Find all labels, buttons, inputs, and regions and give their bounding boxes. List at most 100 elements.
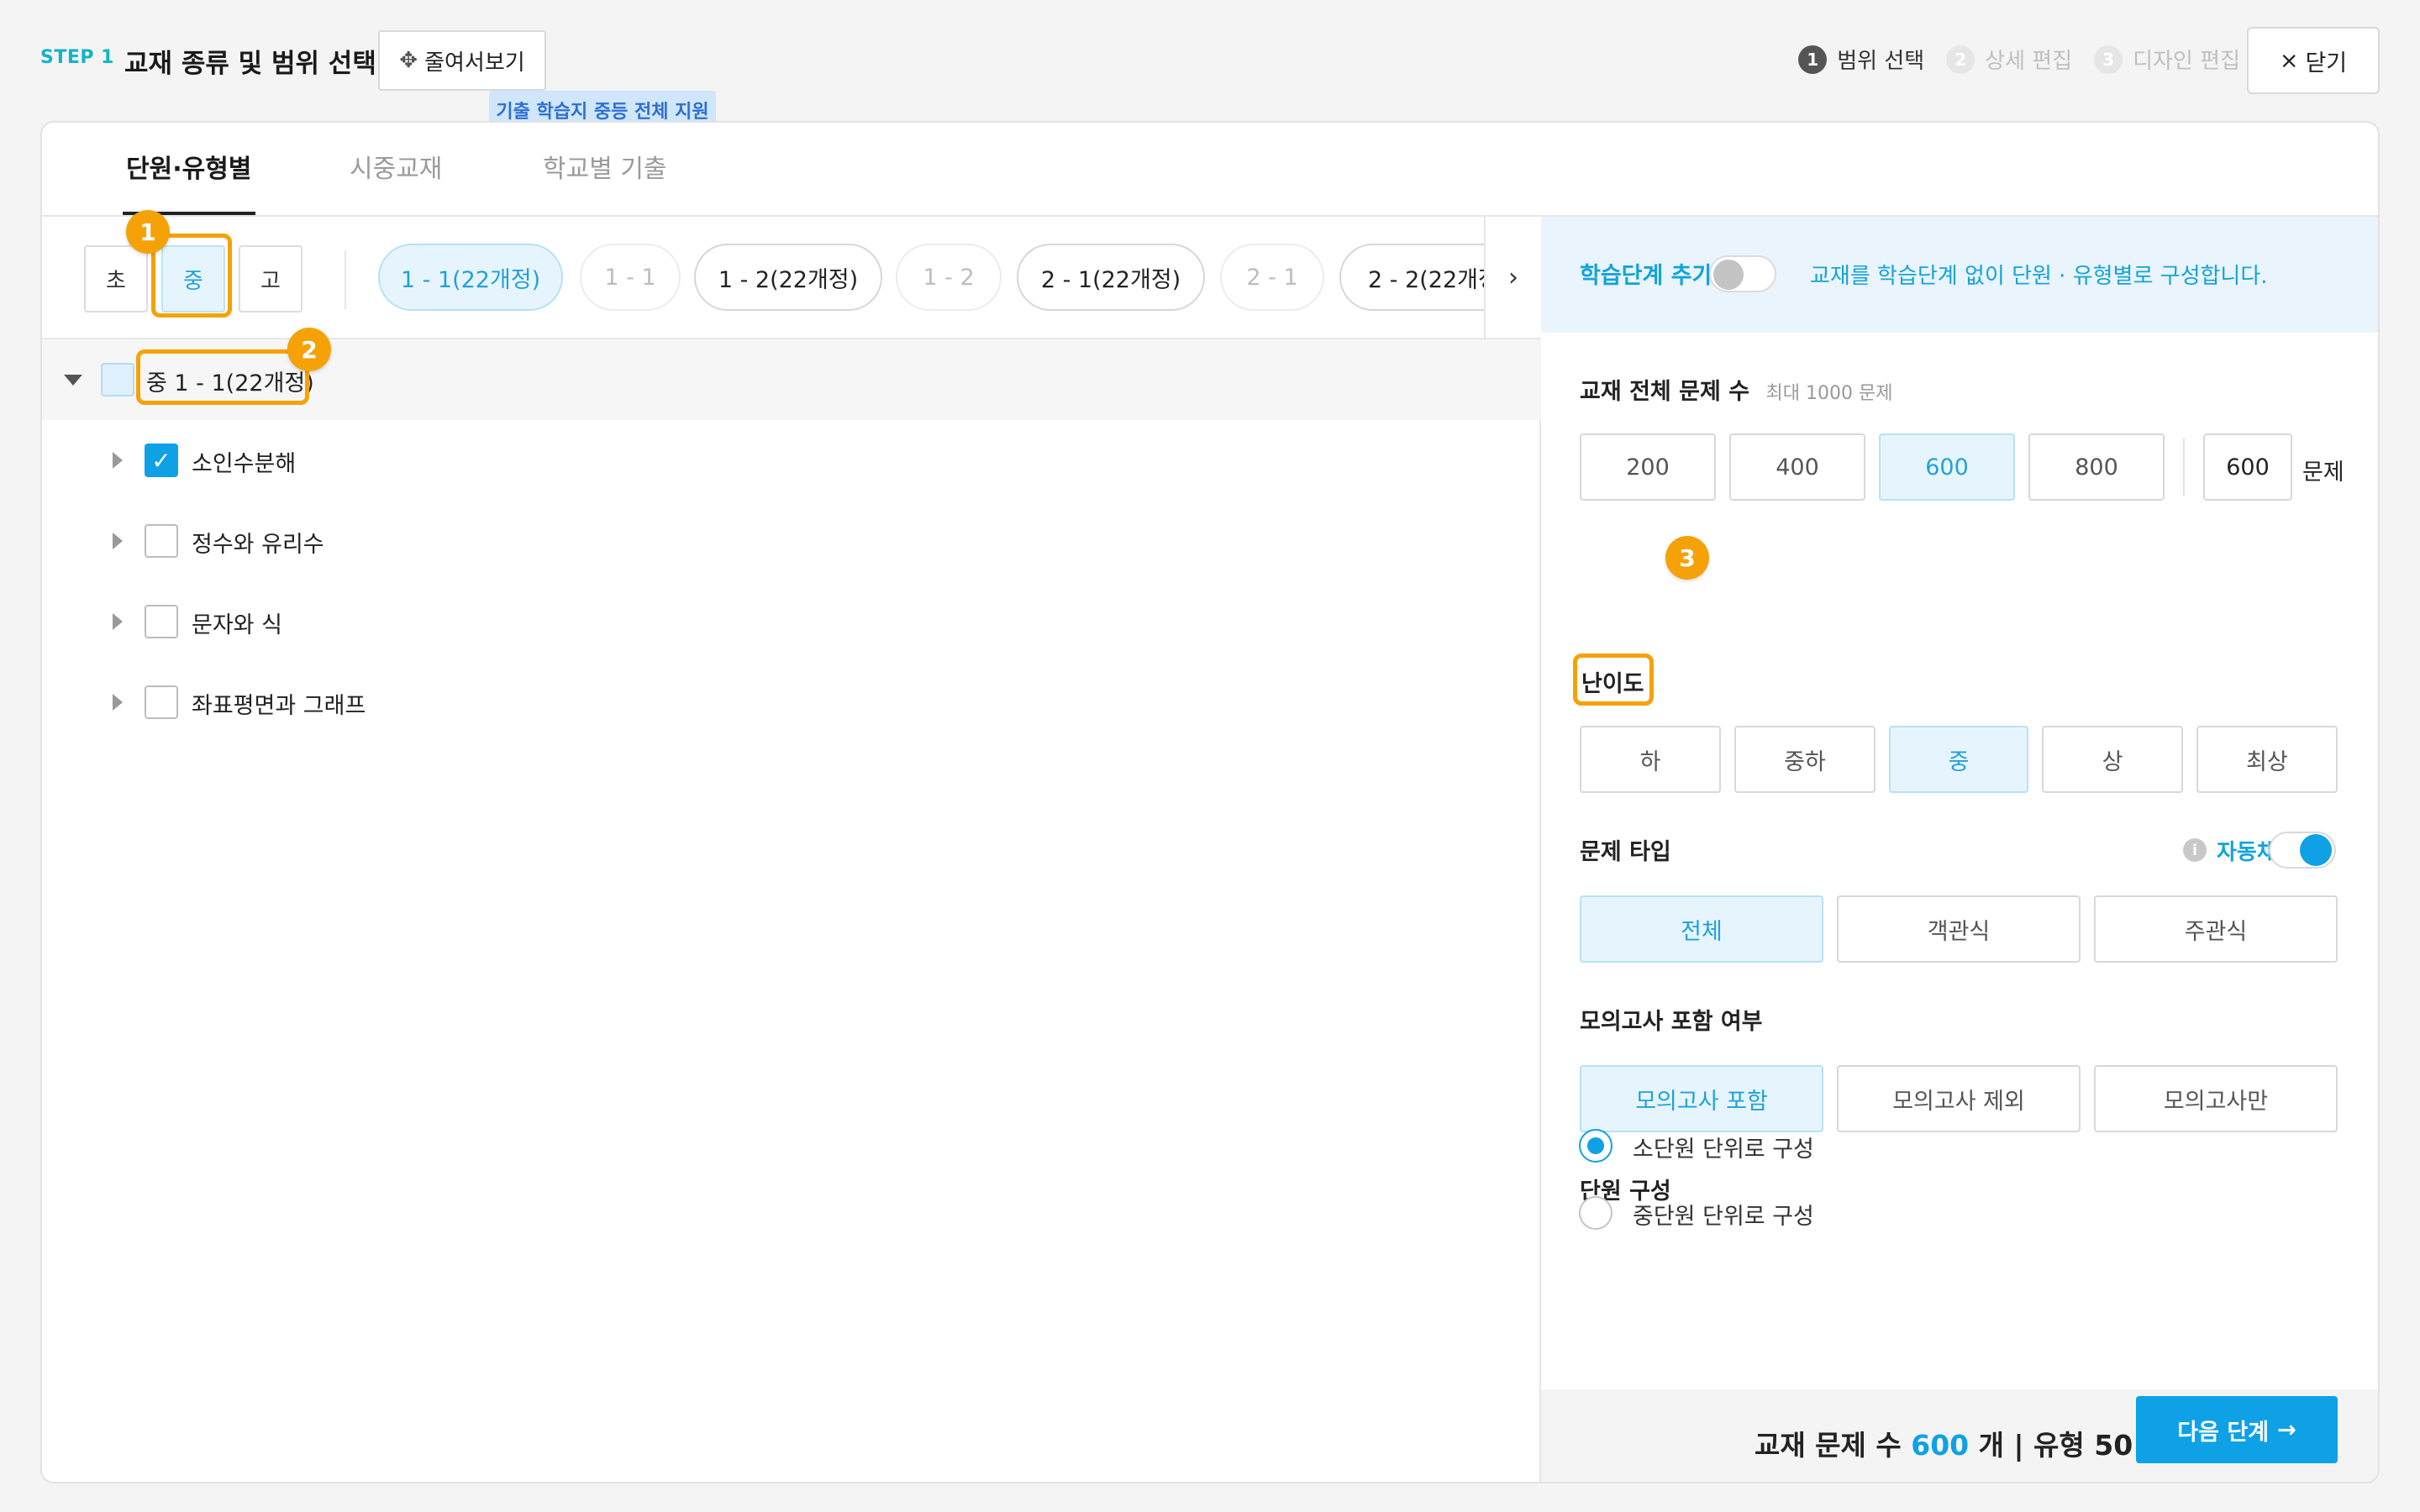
type-option-button[interactable]: 객관식	[1837, 895, 2081, 963]
caret-right-icon[interactable]	[113, 533, 123, 549]
preview-button-label: 줄여서보기	[424, 50, 525, 76]
close-icon: ×	[2279, 47, 2299, 74]
chip-grade[interactable]: 2 - 1	[1220, 244, 1324, 311]
toggle-knob	[2300, 834, 2332, 866]
question-type-title: 문제 타입	[1580, 839, 1671, 865]
next-step-label: 다음 단계	[2177, 1419, 2270, 1446]
step-number: 2	[1946, 45, 1975, 74]
auto-grade-toggle[interactable]	[2269, 832, 2336, 869]
tree-item-row[interactable]: 좌표평면과 그래프	[42, 662, 1541, 743]
tree-item-row[interactable]: ✓ 소인수분해	[42, 420, 1541, 501]
count-option-button[interactable]: 800	[2028, 433, 2165, 501]
count-option-button[interactable]: 400	[1729, 433, 1865, 501]
question-count-unit: 문제	[2302, 459, 2344, 486]
chip-grade[interactable]: 2 - 1(22개정)	[1017, 244, 1205, 311]
caret-down-icon[interactable]	[64, 375, 82, 386]
type-option-button[interactable]: 주관식	[2094, 895, 2338, 963]
mock-exam-title: 모의고사 포함 여부	[1580, 1009, 1763, 1035]
learning-stage-bar: 학습단계 추가 교재를 학습단계 없이 단원 · 유형별로 구성합니다.	[1541, 217, 2378, 333]
tree-item-label: 좌표평면과 그래프	[192, 693, 366, 719]
tab-commercial-textbook[interactable]: 시중교재	[350, 148, 442, 185]
unit-option-radio-medium[interactable]	[1579, 1196, 1612, 1230]
summary-text: 교재 문제 수 600 개 | 유형 50 개	[1754, 1423, 2168, 1463]
tree-item-checkbox[interactable]: ✓	[145, 444, 178, 477]
summary-prefix: 교재 문제 수	[1754, 1429, 1912, 1462]
close-button-label: 닫기	[2305, 50, 2348, 76]
caret-right-icon[interactable]	[113, 613, 123, 630]
info-icon[interactable]: i	[2183, 838, 2207, 862]
tree-item-label: 문자와 식	[192, 612, 282, 638]
tree-item-checkbox[interactable]	[145, 605, 178, 638]
mock-exam-option-button[interactable]: 모의고사 포함	[1580, 1065, 1823, 1132]
progress-step-1: 1 범위 선택	[1798, 44, 1924, 75]
unit-option-label: 소단원 단위로 구성	[1633, 1137, 1814, 1163]
annotation-badge: 2	[287, 328, 331, 371]
difficulty-option-button[interactable]: 하	[1580, 726, 1721, 793]
step-number: 1	[1798, 45, 1828, 74]
caret-right-icon[interactable]	[113, 452, 123, 469]
right-panel: 학습단계 추가 교재를 학습단계 없이 단원 · 유형별로 구성합니다. 교재 …	[1541, 217, 2378, 1482]
learning-stage-toggle[interactable]	[1709, 255, 1776, 292]
tree-item-checkbox[interactable]	[145, 524, 178, 558]
filter-row: 초 중 고 1 - 1(22개정) 1 - 1 1 - 2(22개정) 1 - …	[42, 217, 1541, 339]
count-option-button[interactable]: 600	[1879, 433, 2015, 501]
divider	[345, 250, 346, 309]
tree-item-row[interactable]: 정수와 유리수	[42, 501, 1541, 581]
chip-grade[interactable]: 1 - 1(22개정)	[378, 244, 563, 311]
next-step-button[interactable]: 다음 단계 →	[2136, 1396, 2338, 1463]
chip-grade[interactable]: 1 - 2(22개정)	[694, 244, 882, 311]
difficulty-option-button[interactable]: 상	[2042, 726, 2183, 793]
step-number: 3	[2094, 45, 2123, 74]
grade-chip-list: 1 - 1(22개정) 1 - 1 1 - 2(22개정) 1 - 2 2 - …	[378, 244, 1526, 314]
chip-grade[interactable]: 1 - 1	[580, 244, 681, 311]
annotation-highlight	[136, 349, 309, 405]
progress-step-3: 3 디자인 편집	[2094, 44, 2240, 75]
difficulty-option-button[interactable]: 최상	[2196, 726, 2338, 793]
step-label: 디자인 편집	[2133, 49, 2240, 74]
caret-right-icon[interactable]	[113, 694, 123, 711]
question-count-input[interactable]: 600	[2203, 433, 2292, 501]
chevron-right-icon[interactable]: ›	[1484, 217, 1541, 338]
tab-bar: 단원·유형별 시중교재 학교별 기출	[42, 123, 2378, 217]
mock-exam-option-button[interactable]: 모의고사 제외	[1837, 1065, 2081, 1132]
check-icon: ✓	[151, 446, 171, 475]
preview-button[interactable]: ✥ 줄여서보기	[378, 30, 546, 91]
tab-school-exam[interactable]: 학교별 기출	[543, 148, 667, 185]
summary-count: 600	[1911, 1429, 1970, 1462]
step-label: STEP 1	[40, 47, 114, 68]
tree-item-label: 소인수분해	[192, 451, 297, 477]
tree-item-checkbox[interactable]	[145, 685, 178, 719]
step-label: 상세 편집	[1985, 49, 2073, 74]
unit-option-label: 중단원 단위로 구성	[1633, 1204, 1814, 1230]
learning-stage-description: 교재를 학습단계 없이 단원 · 유형별로 구성합니다.	[1810, 264, 2268, 289]
annotation-badge: 1	[126, 210, 170, 254]
left-panel: 초 중 고 1 - 1(22개정) 1 - 1 1 - 2(22개정) 1 - …	[42, 217, 1541, 1482]
page-title: 교재 종류 및 범위 선택	[124, 49, 376, 79]
type-option-button[interactable]: 전체	[1580, 895, 1823, 963]
count-option-button[interactable]: 200	[1580, 433, 1716, 501]
annotation-badge: 3	[1665, 536, 1709, 580]
mock-exam-option-button[interactable]: 모의고사만	[2094, 1065, 2338, 1132]
difficulty-option-button[interactable]: 중하	[1734, 726, 1876, 793]
chip-grade[interactable]: 1 - 2	[896, 244, 1002, 311]
question-count-title-text: 교재 전체 문제 수	[1580, 379, 1750, 405]
main-card: 단원·유형별 시중교재 학교별 기출 초 중 고 1 - 1(22개정) 1 -…	[40, 121, 2380, 1483]
difficulty-option-button[interactable]: 중	[1889, 726, 2028, 793]
divider	[2183, 438, 2185, 496]
close-button[interactable]: × 닫기	[2247, 27, 2380, 94]
tree-item-label: 정수와 유리수	[192, 532, 324, 558]
tree-item-row[interactable]: 문자와 식	[42, 581, 1541, 662]
progress-step-2: 2 상세 편집	[1946, 44, 2072, 75]
arrow-right-icon: →	[2277, 1416, 2296, 1443]
question-count-max: 최대 1000 문제	[1765, 383, 1893, 404]
level-high-button[interactable]: 고	[239, 245, 302, 312]
difficulty-title: 난이도	[1581, 671, 1644, 697]
toggle-knob	[1713, 260, 1744, 290]
tree-root-checkbox[interactable]	[101, 363, 134, 396]
learning-stage-title: 학습단계 추가	[1580, 263, 1713, 289]
tab-unit-type[interactable]: 단원·유형별	[126, 148, 251, 185]
level-elementary-button[interactable]: 초	[84, 245, 148, 312]
progress-steps: 1 범위 선택 2 상세 편집 3 디자인 편집	[1798, 44, 2240, 75]
step-label: 범위 선택	[1837, 49, 1925, 74]
unit-option-radio-small[interactable]	[1579, 1129, 1612, 1163]
